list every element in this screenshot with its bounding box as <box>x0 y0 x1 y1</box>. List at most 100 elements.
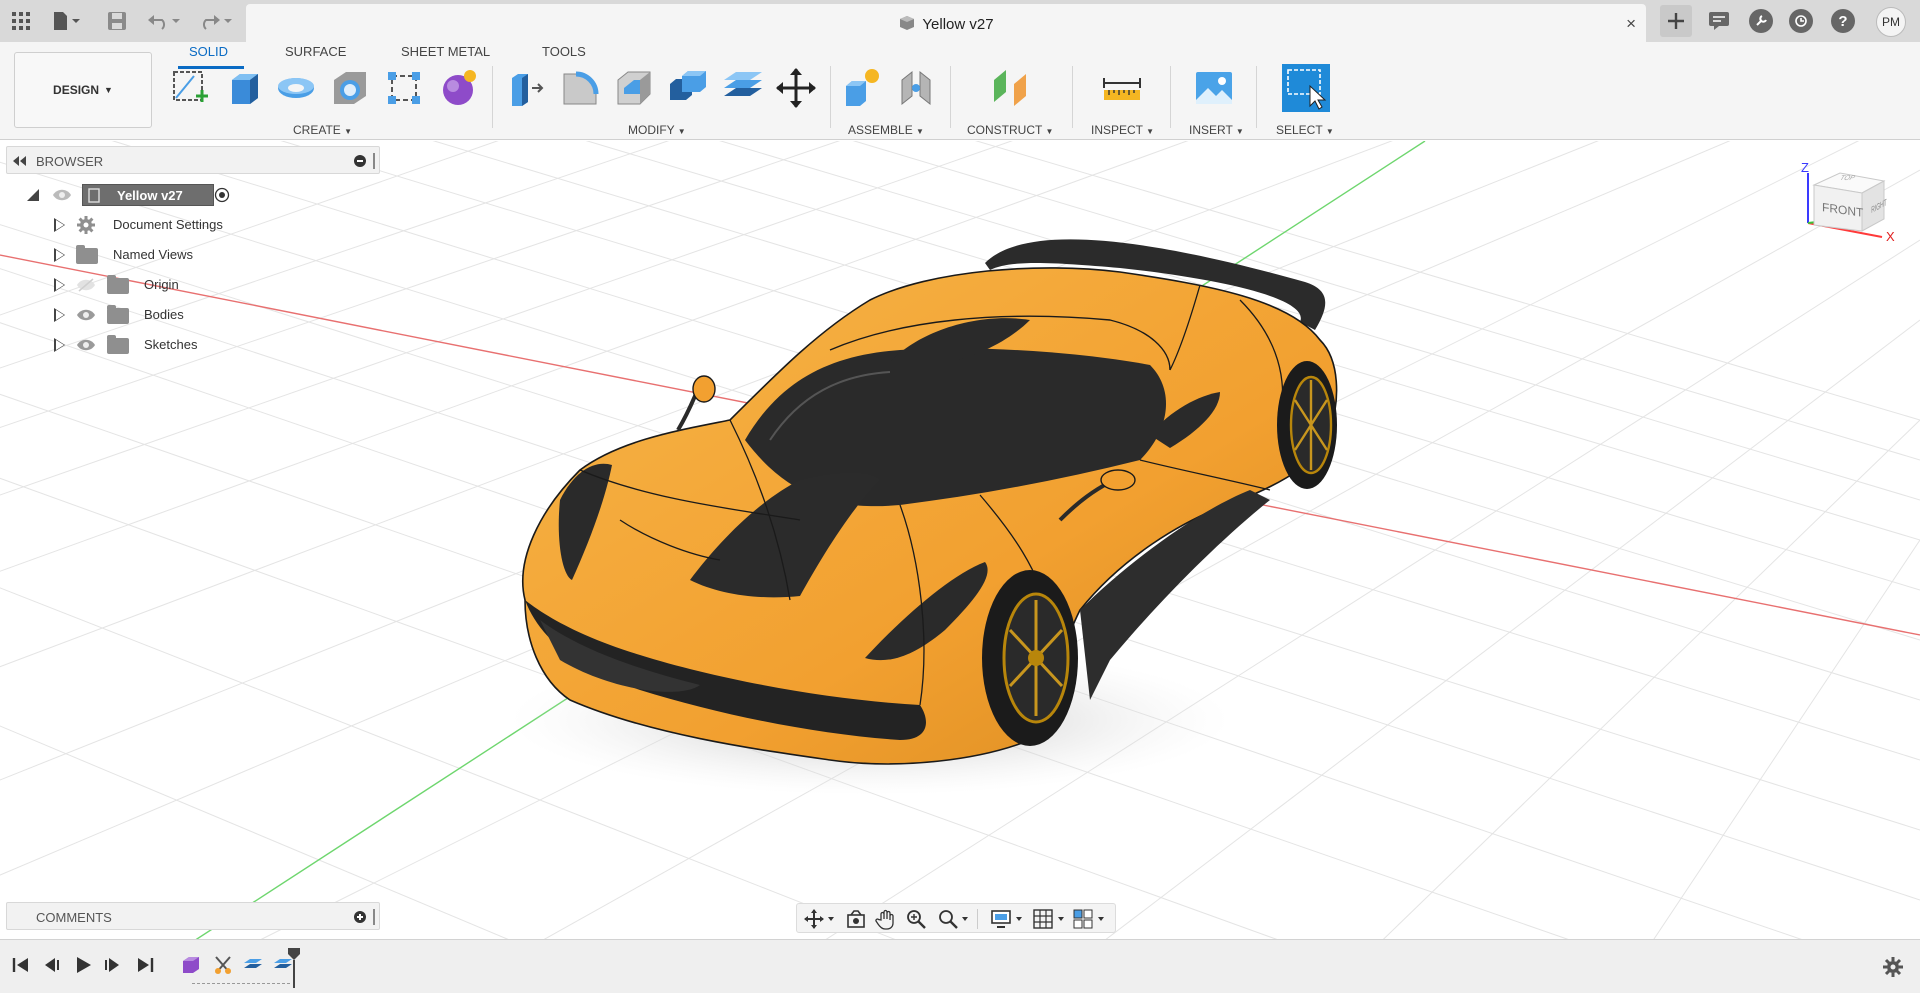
browser-minimize-icon[interactable] <box>354 155 366 167</box>
car-model[interactable] <box>510 239 1338 795</box>
combine-icon[interactable] <box>666 66 710 110</box>
pattern-icon[interactable] <box>382 66 426 110</box>
tree-item-named-views[interactable]: Named Views <box>6 242 380 268</box>
separator <box>1256 66 1257 128</box>
workspace-switcher[interactable]: DESIGN ▼ <box>14 52 152 128</box>
save-icon[interactable] <box>102 6 132 36</box>
viewports-icon[interactable] <box>1073 908 1107 930</box>
visibility-eye-icon[interactable] <box>52 188 72 202</box>
construct-menu[interactable]: CONSTRUCT ▼ <box>967 123 1053 137</box>
offset-face-icon[interactable] <box>720 66 764 110</box>
expand-triangle-icon[interactable] <box>54 248 65 262</box>
file-menu-icon[interactable] <box>48 6 86 36</box>
step-forward-icon[interactable] <box>102 954 124 976</box>
press-pull-icon[interactable] <box>504 66 548 110</box>
panel-resize-handle[interactable] <box>373 153 375 169</box>
go-to-start-icon[interactable] <box>10 954 32 976</box>
timeline-form-feature-icon[interactable] <box>180 954 202 976</box>
expand-triangle-icon[interactable] <box>54 278 65 292</box>
user-avatar[interactable]: PM <box>1876 7 1906 37</box>
chevron-down-icon: ▼ <box>1146 127 1155 136</box>
close-tab-icon[interactable]: × <box>1626 14 1636 34</box>
revolve-icon[interactable] <box>274 66 318 110</box>
display-settings-icon[interactable] <box>991 908 1025 930</box>
insert-menu[interactable]: INSERT ▼ <box>1189 123 1244 137</box>
tree-item-origin[interactable]: Origin <box>6 272 380 298</box>
timeline-marker[interactable] <box>288 948 300 988</box>
joint-icon[interactable] <box>894 66 938 110</box>
select-tool-icon[interactable] <box>1282 64 1330 112</box>
shell-icon[interactable] <box>328 66 372 110</box>
pan-hand-icon[interactable] <box>875 908 897 930</box>
fit-zoom-icon[interactable] <box>937 908 971 930</box>
measure-icon[interactable] <box>1100 66 1144 110</box>
tab-sheet-metal[interactable]: SHEET METAL <box>401 44 490 59</box>
comments-panel: COMMENTS <box>6 902 380 930</box>
look-at-icon[interactable] <box>845 908 867 930</box>
grid-settings-icon[interactable] <box>1033 908 1067 930</box>
undo-icon[interactable] <box>144 6 184 36</box>
step-back-icon[interactable] <box>40 954 62 976</box>
extrude-icon[interactable] <box>222 66 266 110</box>
play-icon[interactable] <box>72 954 94 976</box>
folder-icon <box>107 305 129 324</box>
root-component-box[interactable]: Yellow v27 <box>82 184 214 206</box>
expand-triangle-icon[interactable] <box>54 218 65 232</box>
collapse-panel-icon[interactable] <box>13 156 27 166</box>
help-icon[interactable]: ? <box>1828 6 1858 36</box>
visibility-eye-icon[interactable] <box>76 308 96 322</box>
zoom-icon[interactable] <box>905 908 927 930</box>
select-menu[interactable]: SELECT ▼ <box>1276 123 1334 137</box>
apps-grid-icon[interactable] <box>6 6 36 36</box>
comments-header[interactable]: COMMENTS <box>6 902 380 930</box>
tree-item-document-settings[interactable]: Document Settings <box>6 212 380 238</box>
tree-item-bodies[interactable]: Bodies <box>6 302 380 328</box>
panel-resize-handle[interactable] <box>373 909 375 925</box>
chevron-down-icon: ▼ <box>1045 127 1054 136</box>
add-comment-icon[interactable] <box>354 911 366 923</box>
notifications-icon[interactable] <box>1704 6 1734 36</box>
expand-triangle-icon[interactable] <box>54 308 65 322</box>
tree-item-label: Named Views <box>113 247 193 262</box>
hidden-eye-icon[interactable] <box>76 278 96 292</box>
job-status-icon[interactable] <box>1786 6 1816 36</box>
chevron-down-icon: ▼ <box>1325 127 1334 136</box>
collapse-triangle-icon[interactable] <box>26 188 40 202</box>
tree-root[interactable]: Yellow v27 <box>6 182 380 208</box>
move-copy-icon[interactable] <box>774 66 818 110</box>
create-sketch-icon[interactable] <box>168 66 212 110</box>
modify-menu[interactable]: MODIFY ▼ <box>628 123 686 137</box>
chamfer-icon[interactable] <box>612 66 656 110</box>
tree-item-sketches[interactable]: Sketches <box>6 332 380 358</box>
new-component-icon[interactable] <box>840 66 884 110</box>
offset-plane-icon[interactable] <box>988 66 1032 110</box>
timeline-offset-feature-icon[interactable] <box>242 954 264 976</box>
comments-title: COMMENTS <box>36 910 112 925</box>
timeline-settings-gear-icon[interactable] <box>1882 956 1904 978</box>
toolbar: DESIGN ▼ SOLID SURFACE SHEET METAL TOOLS… <box>0 42 1920 140</box>
extensions-icon[interactable] <box>1746 6 1776 36</box>
tab-surface[interactable]: SURFACE <box>285 44 346 59</box>
tab-tools[interactable]: TOOLS <box>542 44 586 59</box>
create-menu[interactable]: CREATE ▼ <box>293 123 352 137</box>
tree-item-label: Sketches <box>144 337 198 352</box>
tree-item-label: Bodies <box>144 307 184 322</box>
create-form-icon[interactable] <box>436 66 480 110</box>
timeline-split-feature-icon[interactable] <box>212 954 234 976</box>
assemble-menu[interactable]: ASSEMBLE ▼ <box>848 123 924 137</box>
go-to-end-icon[interactable] <box>134 954 156 976</box>
tab-solid[interactable]: SOLID <box>189 44 228 59</box>
new-tab-icon[interactable] <box>1660 5 1692 37</box>
orbit-icon[interactable] <box>803 908 837 930</box>
inspect-menu[interactable]: INSPECT ▼ <box>1091 123 1154 137</box>
visibility-eye-icon[interactable] <box>76 338 96 352</box>
insert-canvas-icon[interactable] <box>1192 66 1236 110</box>
view-cube[interactable]: Z X FRONT RIGHT TOP <box>1796 160 1896 265</box>
separator <box>1072 66 1073 128</box>
gear-icon <box>77 216 95 234</box>
redo-icon[interactable] <box>196 6 236 36</box>
expand-triangle-icon[interactable] <box>54 338 65 352</box>
document-tab[interactable]: Yellow v27 × <box>246 4 1646 42</box>
activate-radio-icon[interactable] <box>214 187 230 203</box>
fillet-icon[interactable] <box>558 66 602 110</box>
